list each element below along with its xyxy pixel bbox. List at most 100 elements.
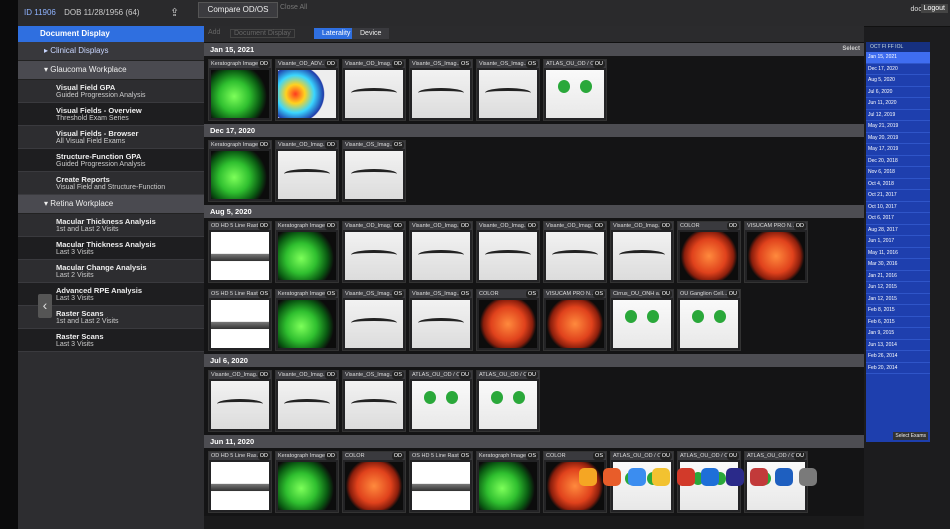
exam-thumbnail[interactable]: Keratograph Image OS (275, 289, 339, 351)
exam-thumbnail[interactable]: Visante_OD_Imag... OD (342, 221, 406, 283)
device-toggle[interactable]: Device (352, 28, 390, 39)
exam-image[interactable] (546, 232, 604, 280)
exam-thumbnail[interactable]: Visante_OS_Imag... OS (409, 59, 473, 121)
exam-thumbnail[interactable]: Keratograph Image OS (476, 451, 540, 513)
exam-image[interactable] (479, 462, 537, 510)
dock-app-icon[interactable] (725, 468, 744, 486)
exam-image[interactable] (412, 462, 470, 510)
dock-app-icon[interactable] (774, 468, 793, 486)
calendar-date-item[interactable]: Jun 12, 2015 (866, 282, 930, 294)
calendar-date-item[interactable]: Jun 13, 2014 (866, 340, 930, 351)
exam-image[interactable] (278, 232, 336, 280)
exam-image[interactable] (211, 381, 269, 429)
select-label[interactable]: Select (842, 43, 860, 56)
exam-thumbnail[interactable]: VISUCAM PRO N... OS (543, 289, 607, 351)
calendar-date-item[interactable]: Jan 12, 2015 (866, 294, 930, 305)
exam-thumbnail[interactable]: ATLAS_OU_OD / OS OU (409, 370, 473, 432)
exam-thumbnail[interactable]: Visante_OD_ADV... OD (275, 59, 339, 121)
exam-thumbnail[interactable]: Visante_OD_Imag... OD (342, 59, 406, 121)
close-all-button[interactable]: Close All (280, 4, 307, 11)
exam-thumbnail[interactable]: Visante_OS_Imag... OS (342, 370, 406, 432)
exam-thumbnail[interactable]: Visante_OD_Imag... OD (275, 370, 339, 432)
sidebar-item-create-reports[interactable]: Create Reports Visual Field and Structure… (18, 172, 204, 195)
exam-image[interactable] (412, 381, 470, 429)
calendar-date-item[interactable]: May 17, 2019 (866, 144, 930, 156)
dock-app-icon[interactable] (603, 468, 622, 486)
exam-image[interactable] (412, 70, 470, 118)
calendar-date-item[interactable]: Aug 5, 2020 (866, 75, 930, 87)
dock-app-icon[interactable] (676, 468, 695, 486)
exam-image[interactable] (412, 232, 470, 280)
exam-thumbnail[interactable]: Visante_OD_Imag... OD (275, 140, 339, 202)
calendar-date-item[interactable]: Feb 20, 2014 (866, 363, 930, 374)
document-display-select[interactable]: Document Display (230, 29, 295, 38)
calendar-date-item[interactable]: Jul 12, 2019 (866, 110, 930, 121)
exam-image[interactable] (345, 300, 403, 348)
exam-image[interactable] (278, 70, 336, 118)
calendar-date-item[interactable]: Jan 21, 2016 (866, 271, 930, 282)
exam-date-header[interactable]: Jan 15, 2021 Select (204, 43, 864, 56)
exam-image[interactable] (345, 70, 403, 118)
exam-thumbnail[interactable]: ATLAS_OU_OD / OS OU (543, 59, 607, 121)
calendar-date-item[interactable]: Oct 10, 2017 (866, 202, 930, 213)
calendar-date-item[interactable]: May 11, 2016 (866, 248, 930, 259)
calendar-date-item[interactable]: Jun 11, 2020 (866, 98, 930, 110)
exam-thumbnail[interactable]: Visante_OD_Imag... OD (543, 221, 607, 283)
exam-thumbnail[interactable]: Keratograph Image OD (208, 140, 272, 202)
exam-thumbnail[interactable]: Visante_OS_Imag... OS (409, 289, 473, 351)
exam-image[interactable] (278, 381, 336, 429)
dock-app-icon[interactable] (799, 468, 818, 486)
exam-thumbnail[interactable]: Keratograph Image OD (275, 221, 339, 283)
exam-thumbnail[interactable]: VISUCAM PRO N... OD (744, 221, 808, 283)
exam-thumbnail[interactable]: OU Ganglion Cell... OU (677, 289, 741, 351)
dock-app-icon[interactable] (627, 468, 646, 486)
calendar-date-item[interactable]: Jan 15, 2021 (866, 52, 930, 64)
calendar-date-item[interactable]: May 21, 2019 (866, 121, 930, 133)
calendar-date-item[interactable]: May 20, 2019 (866, 133, 930, 144)
calendar-date-item[interactable]: Feb 8, 2015 (866, 305, 930, 317)
clinical-displays-section[interactable]: ▸ Clinical Displays (18, 42, 204, 61)
dock-app-icon[interactable] (652, 468, 671, 486)
dock-app-icon[interactable] (701, 468, 720, 486)
exam-thumbnail[interactable]: OS HD 5 Line Raster OS (208, 289, 272, 351)
exam-image[interactable] (747, 232, 805, 280)
exam-thumbnail[interactable]: ATLAS_OU_OD / OS OU (476, 370, 540, 432)
calendar-date-item[interactable]: Mar 30, 2016 (866, 259, 930, 271)
exam-thumbnail[interactable]: Visante_OS_Imag... OS (476, 59, 540, 121)
exam-thumbnail[interactable]: Cirrus_OU_ONH a... OU (610, 289, 674, 351)
exam-thumbnail[interactable]: OS HD 5 Line Raster OS (409, 451, 473, 513)
exam-thumbnail[interactable]: OD HD 5 Line Ras... OD (208, 451, 272, 513)
exam-image[interactable] (546, 70, 604, 118)
calendar-date-item[interactable]: Oct 6, 2017 (866, 213, 930, 225)
exam-thumbnail[interactable]: Keratograph Image OD (208, 59, 272, 121)
exam-image[interactable] (546, 300, 604, 348)
exam-image[interactable] (345, 232, 403, 280)
exam-image[interactable] (680, 232, 738, 280)
calendar-date-item[interactable]: Feb 6, 2015 (866, 317, 930, 328)
sidebar-item-structure-function-gpa[interactable]: Structure-Function GPA Guided Progression… (18, 149, 204, 172)
add-button[interactable]: Add (208, 29, 220, 36)
calendar-date-item[interactable]: Dec 20, 2018 (866, 156, 930, 167)
exam-thumbnail[interactable]: OD HD 5 Line Rast... OD (208, 221, 272, 283)
exam-date-header[interactable]: Dec 17, 2020 (204, 124, 864, 137)
exam-image[interactable] (680, 300, 738, 348)
exam-image[interactable] (479, 232, 537, 280)
exam-image[interactable] (211, 151, 269, 199)
sidebar-item-macular-change[interactable]: Macular Change Analysis Last 2 Visits (18, 260, 204, 283)
exam-date-header[interactable]: Jul 6, 2020 (204, 354, 864, 367)
select-exams-button[interactable]: Select Exams (893, 432, 928, 440)
retina-workplace-section[interactable]: ▾ Retina Workplace (18, 195, 204, 214)
exam-image[interactable] (613, 300, 671, 348)
sidebar-item-macular-thickness-1[interactable]: Macular Thickness Analysis 1st and Last 2… (18, 214, 204, 237)
exam-image[interactable] (278, 300, 336, 348)
calendar-date-item[interactable]: Jan 9, 2015 (866, 328, 930, 340)
sidebar-item-visual-field-gpa[interactable]: Visual Field GPA Guided Progression Analy… (18, 80, 204, 103)
calendar-date-item[interactable]: Nov 6, 2018 (866, 167, 930, 179)
glaucoma-workplace-section[interactable]: ▾ Glaucoma Workplace (18, 61, 204, 80)
export-icon[interactable]: ⇪ (170, 6, 182, 19)
exam-thumbnail[interactable]: COLOR OD (677, 221, 741, 283)
sidebar-item-raster-scans-2[interactable]: Raster Scans Last 3 Visits (18, 329, 204, 352)
exam-image[interactable] (211, 300, 269, 348)
exam-thumbnail[interactable]: COLOR OS (476, 289, 540, 351)
sidebar-header[interactable]: Document Display (18, 26, 204, 42)
